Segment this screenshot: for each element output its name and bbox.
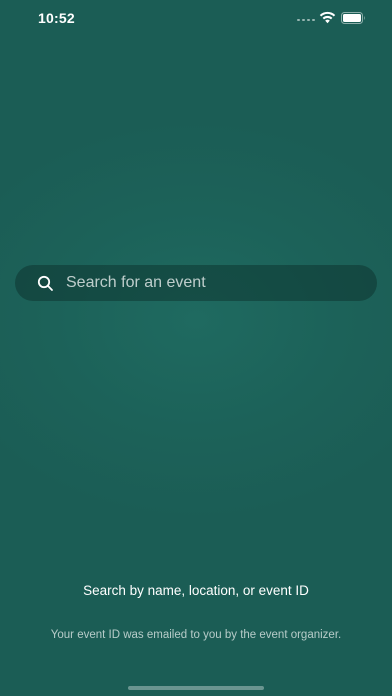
search-icon	[37, 275, 53, 291]
cellular-signal-icon	[297, 19, 315, 22]
status-bar: 10:52	[0, 0, 392, 36]
wifi-icon	[319, 11, 336, 24]
search-hint-subtitle: Your event ID was emailed to you by the …	[50, 629, 342, 641]
status-time: 10:52	[38, 10, 75, 26]
search-hint-title: Search by name, location, or event ID	[83, 583, 309, 598]
search-input[interactable]: Search for an event	[66, 274, 206, 292]
event-search-bar[interactable]: Search for an event	[15, 265, 377, 301]
battery-icon	[341, 12, 365, 24]
event-search-screen: 10:52 Search for an event Search by name…	[0, 0, 392, 696]
home-indicator[interactable]	[128, 686, 264, 690]
